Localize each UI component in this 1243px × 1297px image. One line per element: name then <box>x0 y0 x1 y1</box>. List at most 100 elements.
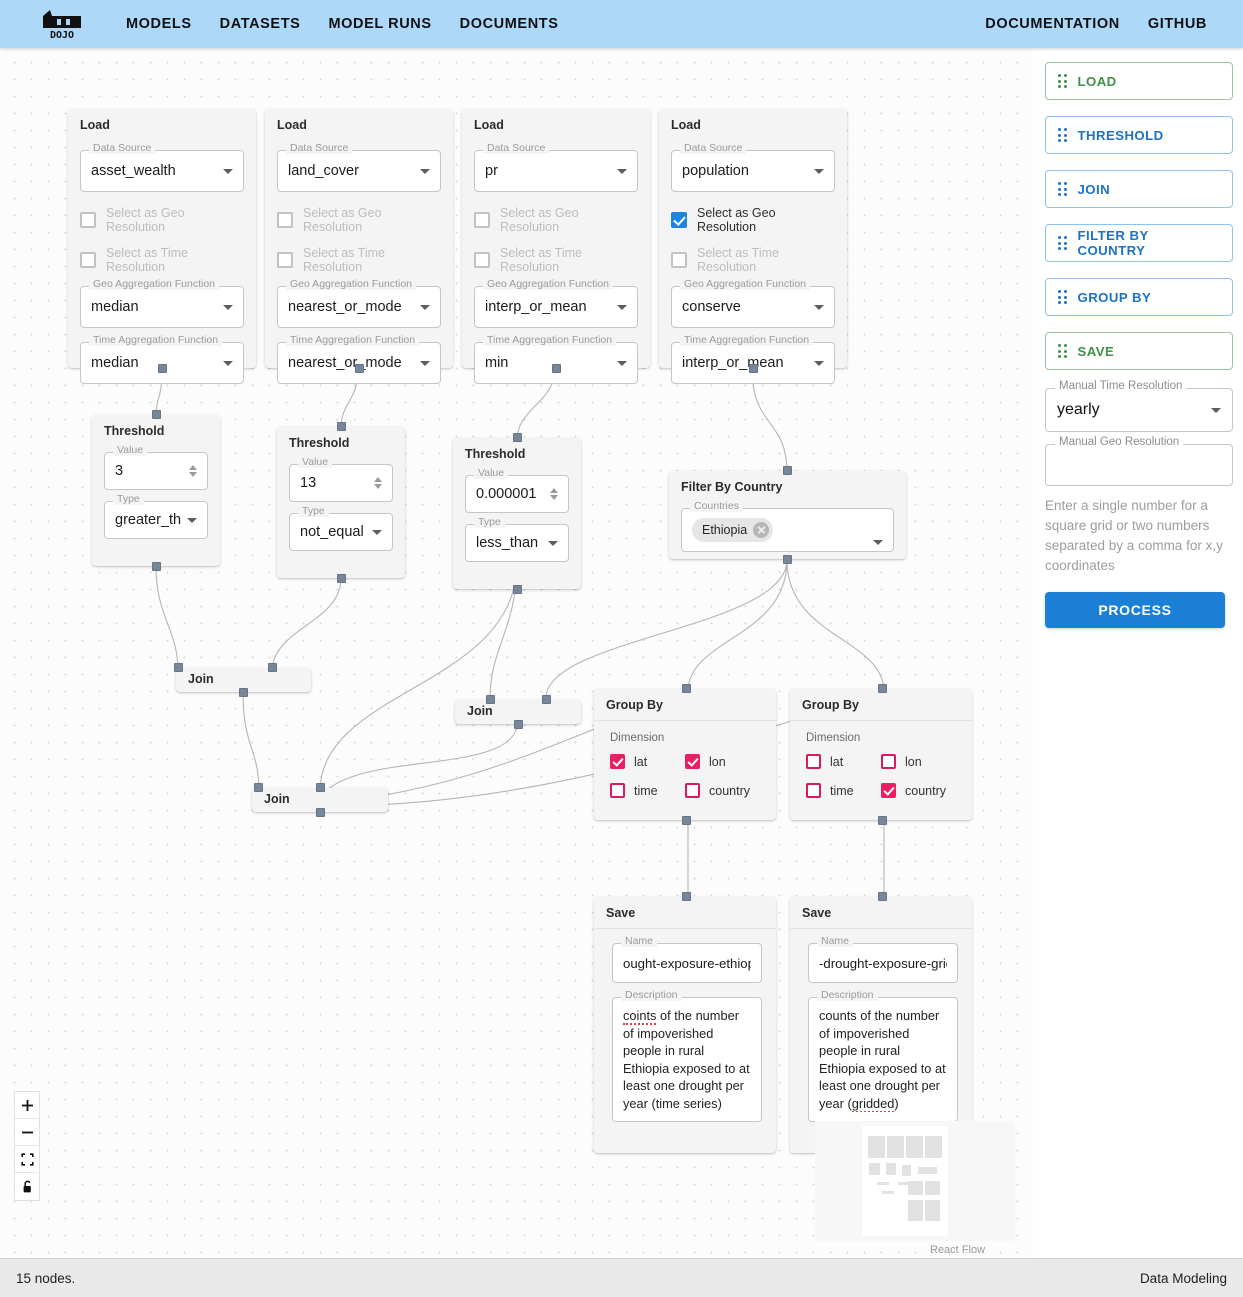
node-handle-target[interactable] <box>152 410 161 419</box>
node-handle-source[interactable] <box>552 364 561 373</box>
node-handle-target[interactable] <box>783 466 792 475</box>
node-handle-target-right[interactable] <box>268 663 277 672</box>
dimension-country-checkbox[interactable]: country <box>685 783 760 798</box>
manual-time-resolution-field[interactable]: yearly Manual Time Resolution <box>1045 380 1233 432</box>
dimension-lat-checkbox[interactable]: lat <box>610 754 685 769</box>
number-stepper-icon[interactable] <box>374 477 382 489</box>
select-geo-resolution-checkbox[interactable]: Select as Geo Resolution <box>277 206 441 234</box>
select-geo-resolution-checkbox[interactable]: Select as Geo Resolution <box>80 206 244 234</box>
nav-item-model-runs[interactable]: MODEL RUNS <box>314 8 445 40</box>
node-threshold-2[interactable]: Threshold 13 Value not_equal Type <box>277 422 405 583</box>
time-aggregation-field[interactable]: interp_or_mean Time Aggregation Function <box>671 335 835 384</box>
palette-item-load[interactable]: LOAD <box>1045 62 1233 100</box>
node-handle-target-right[interactable] <box>316 783 325 792</box>
dimension-lat-checkbox[interactable]: lat <box>806 754 881 769</box>
threshold-type-field[interactable]: not_equal Type <box>289 506 393 551</box>
select-time-resolution-checkbox[interactable]: Select as Time Resolution <box>671 246 835 274</box>
nav-item-models[interactable]: MODELS <box>112 8 206 40</box>
select-geo-resolution-checkbox[interactable]: Select as Geo Resolution <box>671 206 835 234</box>
node-handle-target[interactable] <box>682 684 691 693</box>
node-threshold-1[interactable]: Threshold 3 Value greater_than_ Type <box>92 410 220 571</box>
node-handle-source[interactable] <box>316 808 325 817</box>
node-handle-target-left[interactable] <box>174 663 183 672</box>
data-source-field[interactable]: pr Data Source <box>474 143 638 192</box>
node-filter-by-country[interactable]: Filter By Country Ethiopia Countries <box>669 466 906 564</box>
save-description-field[interactable]: counts of the number of impoverished peo… <box>808 990 958 1122</box>
node-threshold-3[interactable]: Threshold 0.000001 Value less_than Type <box>453 433 581 594</box>
geo-aggregation-field[interactable]: interp_or_mean Geo Aggregation Function <box>474 279 638 328</box>
threshold-value-field[interactable]: 3 Value <box>104 445 208 490</box>
nav-item-documentation[interactable]: DOCUMENTATION <box>971 8 1134 40</box>
geo-aggregation-field[interactable]: conserve Geo Aggregation Function <box>671 279 835 328</box>
country-chip[interactable]: Ethiopia <box>692 518 774 542</box>
select-geo-resolution-checkbox[interactable]: Select as Geo Resolution <box>474 206 638 234</box>
react-flow-attribution[interactable]: React Flow <box>930 1244 985 1256</box>
node-load-4[interactable]: Load population Data Source Select as Ge… <box>659 109 847 384</box>
time-aggregation-field[interactable]: min Time Aggregation Function <box>474 335 638 384</box>
time-aggregation-field[interactable]: median Time Aggregation Function <box>80 335 244 384</box>
node-handle-target[interactable] <box>513 433 522 442</box>
node-handle-source[interactable] <box>158 364 167 373</box>
palette-item-threshold[interactable]: THRESHOLD <box>1045 116 1233 154</box>
palette-item-filter-by-country[interactable]: FILTER BY COUNTRY <box>1045 224 1233 262</box>
node-group-by-1[interactable]: Group By Dimension lat lon time country <box>594 684 776 825</box>
node-handle-target-left[interactable] <box>254 783 263 792</box>
node-handle-target-left[interactable] <box>486 695 495 704</box>
countries-field[interactable]: Ethiopia Countries <box>681 501 894 552</box>
node-handle-source[interactable] <box>152 562 161 571</box>
node-join-2[interactable]: Join <box>455 695 581 729</box>
dimension-time-checkbox[interactable]: time <box>806 783 881 798</box>
node-handle-source[interactable] <box>239 688 248 697</box>
nav-item-documents[interactable]: DOCUMENTS <box>446 8 573 40</box>
node-save-1[interactable]: Save ought-exposure-ethiopia-ti Name coi… <box>594 892 776 1153</box>
node-join-3[interactable]: Join <box>252 783 388 817</box>
node-handle-target[interactable] <box>337 422 346 431</box>
zoom-in-icon[interactable] <box>15 1092 39 1119</box>
zoom-out-icon[interactable] <box>15 1119 39 1146</box>
node-handle-source[interactable] <box>682 816 691 825</box>
node-handle-target[interactable] <box>878 892 887 901</box>
node-handle-source[interactable] <box>513 585 522 594</box>
lock-icon[interactable] <box>15 1173 39 1200</box>
manual-geo-resolution-field[interactable]: Manual Geo Resolution <box>1045 436 1233 486</box>
save-description-field[interactable]: coints of the number of impoverished peo… <box>612 990 762 1122</box>
node-handle-source[interactable] <box>337 574 346 583</box>
node-handle-target[interactable] <box>878 684 887 693</box>
node-handle-source[interactable] <box>783 555 792 564</box>
node-handle-source[interactable] <box>749 364 758 373</box>
time-aggregation-field[interactable]: nearest_or_mode Time Aggregation Functio… <box>277 335 441 384</box>
node-load-1[interactable]: Load asset_wealth Data Source Select as … <box>68 109 256 384</box>
data-source-field[interactable]: asset_wealth Data Source <box>80 143 244 192</box>
flow-canvas[interactable]: Load asset_wealth Data Source Select as … <box>0 48 1033 1258</box>
geo-aggregation-field[interactable]: nearest_or_mode Geo Aggregation Function <box>277 279 441 328</box>
node-join-1[interactable]: Join <box>174 663 311 697</box>
select-time-resolution-checkbox[interactable]: Select as Time Resolution <box>80 246 244 274</box>
manual-geo-resolution-input[interactable] <box>1057 455 1221 475</box>
process-button[interactable]: PROCESS <box>1045 592 1225 628</box>
data-source-field[interactable]: land_cover Data Source <box>277 143 441 192</box>
data-source-field[interactable]: population Data Source <box>671 143 835 192</box>
threshold-value-field[interactable]: 0.000001 Value <box>465 468 569 513</box>
fit-view-icon[interactable] <box>15 1146 39 1173</box>
node-handle-source[interactable] <box>878 816 887 825</box>
node-handle-target-right[interactable] <box>542 695 551 704</box>
dimension-country-checkbox[interactable]: country <box>881 783 956 798</box>
node-handle-source[interactable] <box>355 364 364 373</box>
save-name-field[interactable]: -drought-exposure-gridded Name <box>808 936 958 983</box>
select-time-resolution-checkbox[interactable]: Select as Time Resolution <box>474 246 638 274</box>
save-name-field[interactable]: ought-exposure-ethiopia-ti Name <box>612 936 762 983</box>
threshold-value-field[interactable]: 13 Value <box>289 457 393 502</box>
nav-item-datasets[interactable]: DATASETS <box>206 8 315 40</box>
geo-aggregation-field[interactable]: median Geo Aggregation Function <box>80 279 244 328</box>
palette-item-group-by[interactable]: GROUP BY <box>1045 278 1233 316</box>
threshold-type-field[interactable]: less_than Type <box>465 517 569 562</box>
threshold-type-field[interactable]: greater_than_ Type <box>104 494 208 539</box>
dimension-lon-checkbox[interactable]: lon <box>685 754 760 769</box>
select-time-resolution-checkbox[interactable]: Select as Time Resolution <box>277 246 441 274</box>
number-stepper-icon[interactable] <box>550 488 558 500</box>
minimap[interactable] <box>815 1121 1015 1241</box>
node-load-2[interactable]: Load land_cover Data Source Select as Ge… <box>265 109 453 384</box>
node-group-by-2[interactable]: Group By Dimension lat lon time country <box>790 684 972 825</box>
node-handle-target[interactable] <box>682 892 691 901</box>
dimension-time-checkbox[interactable]: time <box>610 783 685 798</box>
